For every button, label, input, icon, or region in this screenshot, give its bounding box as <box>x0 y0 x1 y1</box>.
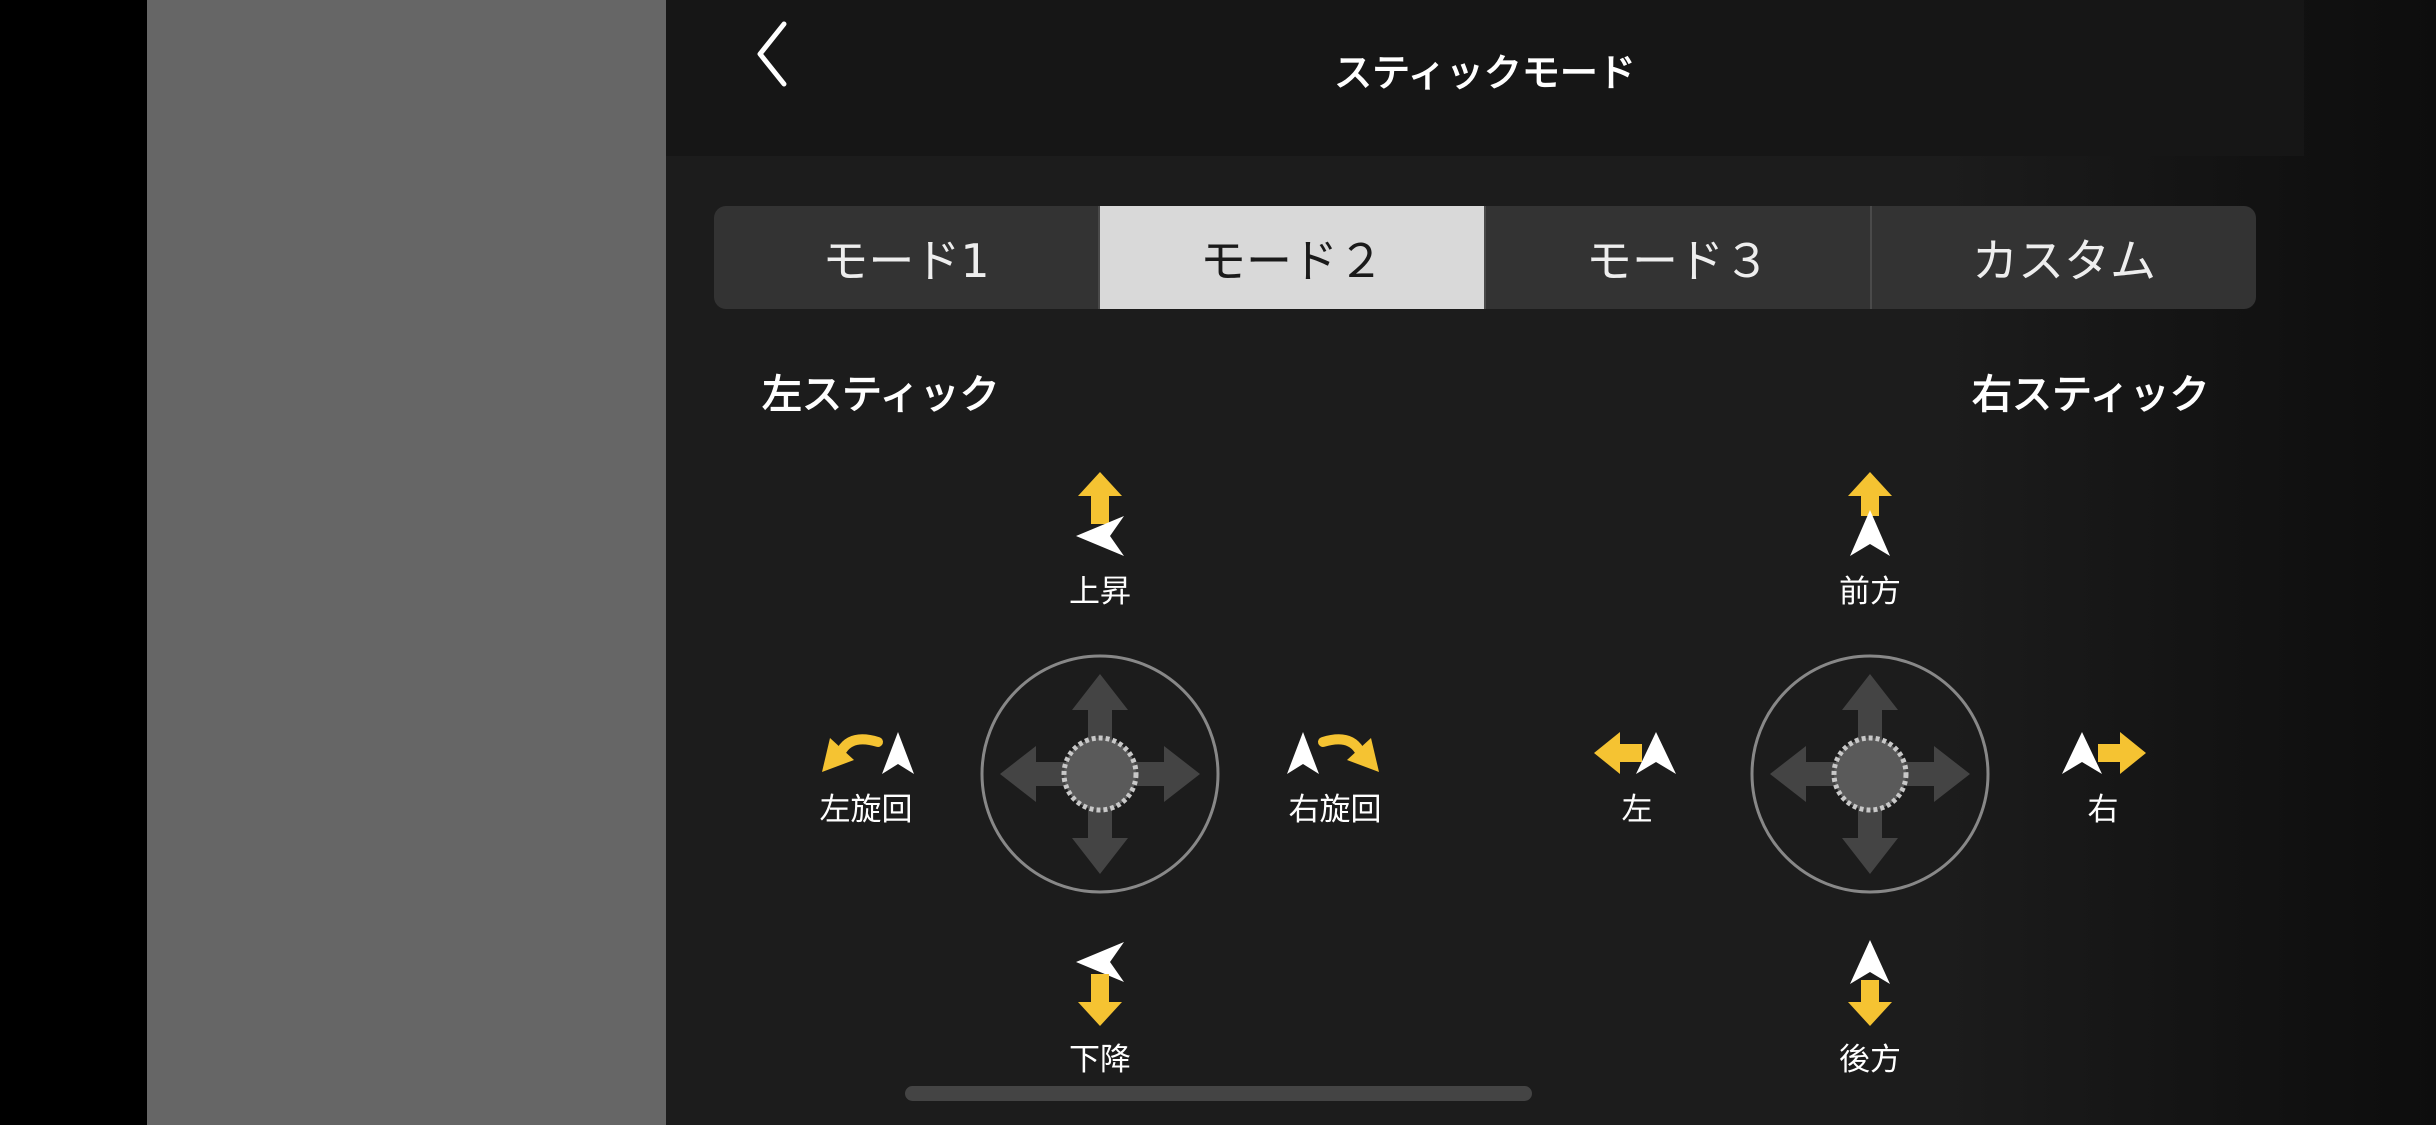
rotate-left-icon <box>822 732 914 774</box>
joystick-icon <box>1750 654 1990 894</box>
left-stick-title: 左スティック <box>762 372 1000 418</box>
left-stick-right-label: 右旋回 <box>1288 792 1382 828</box>
tab-custom[interactable]: カスタム <box>1870 206 2256 309</box>
right-joystick-diagram <box>1750 654 1990 894</box>
right-stick-right-label: 右 <box>2087 792 2119 828</box>
right-stick-down-label: 後方 <box>1839 1042 1901 1078</box>
chevron-left-icon <box>757 21 787 87</box>
right-stick-down: 後方 <box>1765 938 1975 1079</box>
forward-icon <box>1848 472 1892 556</box>
tab-mode-1[interactable]: モード1 <box>714 206 1098 309</box>
left-stick-down: 下降 <box>995 938 1205 1079</box>
tab-mode-3[interactable]: モード３ <box>1484 206 1870 309</box>
left-stick-right: 右旋回 <box>1230 728 1440 829</box>
left-stick-up: 上昇 <box>995 470 1205 611</box>
left-stick-down-label: 下降 <box>1069 1042 1131 1078</box>
home-indicator[interactable] <box>905 1086 1532 1101</box>
right-stick-right: 右 <box>1998 728 2208 829</box>
left-joystick-diagram <box>980 654 1220 894</box>
left-stick-left-label: 左旋回 <box>819 792 913 828</box>
right-stick-left-label: 左 <box>1621 792 1653 828</box>
back-button[interactable] <box>742 14 802 94</box>
move-right-icon <box>2062 732 2146 774</box>
left-stick-left: 左旋回 <box>761 728 971 829</box>
move-left-icon <box>1594 732 1676 774</box>
rotate-right-icon <box>1287 732 1379 774</box>
mode-tabs: モード1 モード２ モード３ カスタム <box>714 206 2256 309</box>
tab-mode-2[interactable]: モード２ <box>1098 206 1484 309</box>
joystick-icon <box>980 654 1220 894</box>
right-stick-up-label: 前方 <box>1839 574 1901 610</box>
right-stick-left: 左 <box>1532 728 1742 829</box>
backward-icon <box>1848 940 1892 1026</box>
ascend-icon <box>1076 472 1124 556</box>
left-stick-up-label: 上昇 <box>1069 574 1131 610</box>
descend-icon <box>1076 942 1124 1026</box>
background-strip <box>147 0 666 1125</box>
page-title: スティックモード <box>1334 51 1636 95</box>
right-stick-title: 右スティック <box>1972 372 2210 418</box>
settings-panel <box>666 0 2436 1125</box>
right-stick-up: 前方 <box>1765 470 1975 611</box>
